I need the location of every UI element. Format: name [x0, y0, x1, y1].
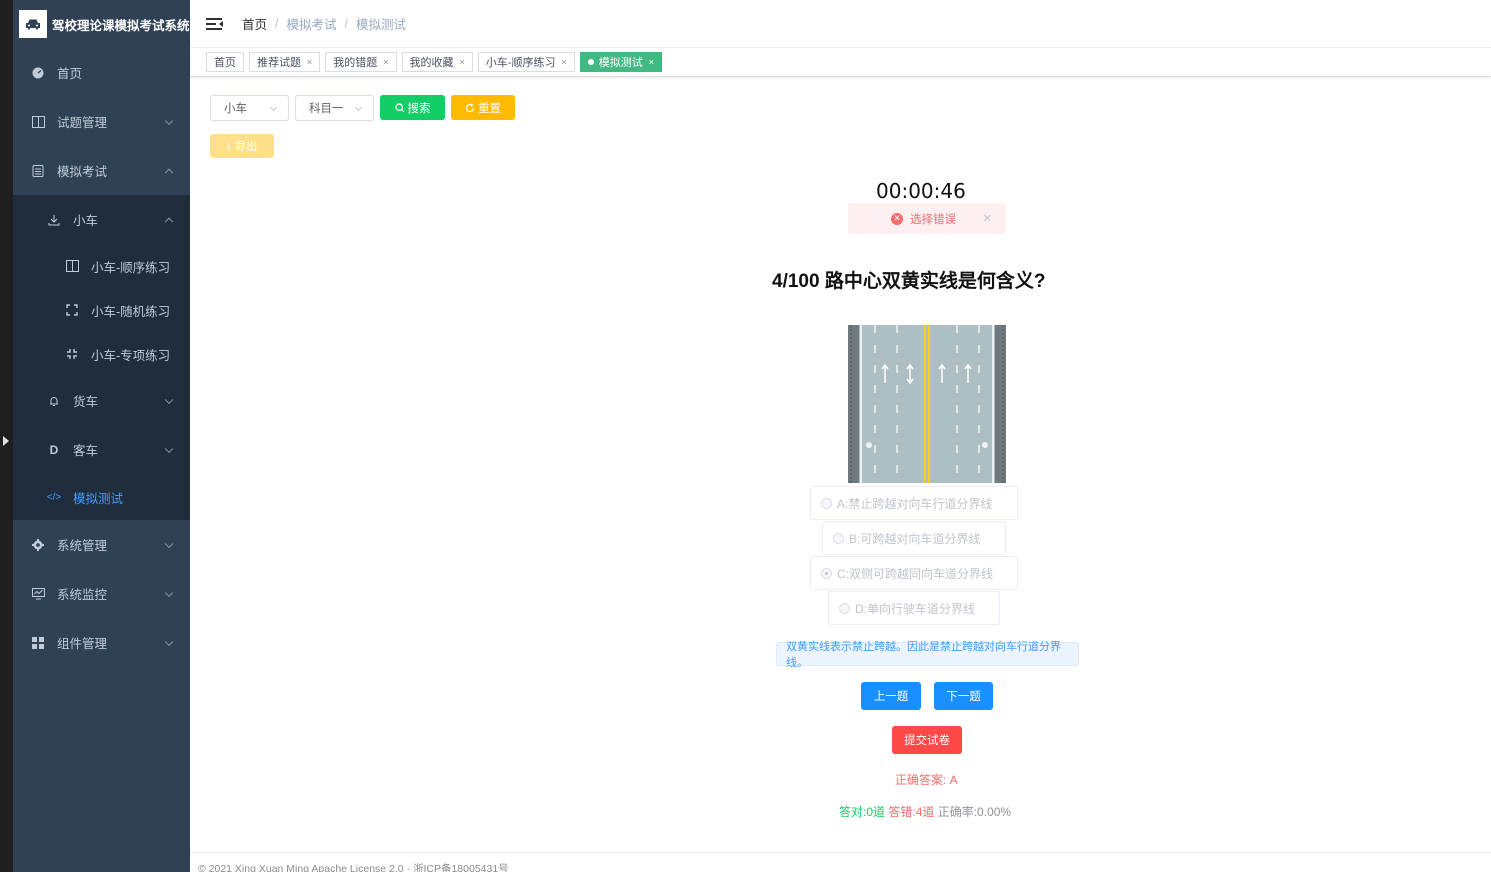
chevron-down-icon: [164, 395, 174, 404]
sidebar-item-mock-test[interactable]: </> 模拟测试: [13, 474, 190, 520]
sidebar-item-mock-exam[interactable]: 模拟考试: [13, 146, 190, 195]
app-title: 驾校理论课模拟考试系统: [52, 18, 190, 33]
next-question-button[interactable]: 下一题: [934, 682, 993, 710]
footer: © 2021 Xing Xuan Ming Apache License 2.0…: [190, 852, 1491, 872]
sidebar-item-car[interactable]: 小车: [13, 195, 190, 244]
bell-icon: [47, 394, 61, 408]
sidebar-item-home[interactable]: 首页: [13, 48, 190, 97]
list-icon: [31, 164, 45, 178]
left-edge-strip: [0, 0, 13, 872]
close-icon[interactable]: ×: [383, 57, 388, 67]
option-a[interactable]: A:禁止跨越对向车行道分界线: [810, 486, 1018, 520]
exam-timer: 00:00:46: [876, 179, 966, 203]
active-dot: [587, 59, 594, 65]
gear-icon: [31, 538, 45, 552]
breadcrumb: 首页 / 模拟考试 / 模拟测试: [242, 14, 406, 33]
chevron-down-icon: [164, 637, 174, 646]
main-content: 首页 / 模拟考试 / 模拟测试 首页 推荐试题 × 我的错题 × 我的收藏 × 小车…: [190, 0, 1491, 872]
monitor-icon: [31, 587, 45, 601]
submit-exam-button[interactable]: 提交试卷: [892, 726, 962, 754]
sidebar-item-components[interactable]: 组件管理: [13, 618, 190, 667]
score-stats: 答对:0道 答错:4道 正确率:0.00%: [839, 803, 1011, 820]
fullscreen-icon: [65, 303, 79, 317]
tags-view: 首页 推荐试题 × 我的错题 × 我的收藏 × 小车-顺序练习 × 模拟测试 ×: [190, 48, 1491, 77]
explanation: 双黄实线表示禁止跨越。因此是禁止跨越对向车行道分界线。: [776, 641, 1079, 669]
chevron-down-icon: [164, 444, 174, 453]
sidebar-item-monitor[interactable]: 系统监控: [13, 569, 190, 618]
option-b[interactable]: B:可跨越对向车道分界线: [822, 521, 1006, 555]
hamburger-icon[interactable]: [206, 17, 223, 31]
radio-b[interactable]: [833, 532, 844, 544]
search-icon: [394, 102, 404, 112]
tab-mock-test[interactable]: 模拟测试 ×: [579, 52, 662, 72]
correct-count: 答对:0道: [839, 805, 886, 819]
option-c[interactable]: C:双侧可跨越同向车道分界线: [810, 556, 1018, 590]
submenu-mock-exam: 小车 小车-顺序练习 小车-随机练习 小车-专项练习 货车 D 客车 </> 模…: [13, 195, 190, 520]
vehicle-select[interactable]: 小车: [210, 95, 289, 121]
expand-arrow-icon[interactable]: [3, 436, 9, 446]
dashboard-icon: [31, 66, 45, 80]
subject-select[interactable]: 科目一: [295, 95, 374, 121]
option-d[interactable]: D:单向行驶车道分界线: [828, 591, 1000, 625]
chevron-down-icon: [354, 103, 363, 112]
navbar: 首页 / 模拟考试 / 模拟测试: [190, 0, 1491, 48]
breadcrumb-mock-test: 模拟测试: [356, 18, 407, 32]
close-icon[interactable]: ×: [649, 57, 654, 67]
tab-wrong-questions[interactable]: 我的错题 ×: [325, 52, 397, 72]
accuracy-rate: 正确率:0.00%: [937, 805, 1012, 819]
car-logo-icon: [19, 10, 47, 38]
download-icon: [47, 213, 61, 227]
sidebar-item-questions[interactable]: 试题管理: [13, 97, 190, 146]
breadcrumb-home[interactable]: 首页: [242, 14, 267, 33]
chevron-down-icon: [164, 116, 174, 125]
breadcrumb-mock-exam[interactable]: 模拟考试: [287, 14, 337, 33]
book-icon: [31, 115, 45, 129]
prev-question-button[interactable]: 上一题: [861, 682, 921, 710]
sidebar-item-bus[interactable]: D 客车: [13, 425, 190, 474]
filter-bar: 小车 科目一 搜索 重置: [210, 95, 515, 121]
radio-d[interactable]: [839, 602, 850, 614]
chevron-down-icon: [164, 539, 174, 548]
question-title: 4/100 路中心双黄实线是何含义?: [772, 271, 1046, 292]
chevron-up-icon: [164, 217, 174, 226]
close-icon[interactable]: ×: [460, 57, 465, 67]
close-icon[interactable]: ×: [561, 57, 566, 67]
logo-bar[interactable]: 驾校理论课模拟考试系统: [13, 0, 190, 48]
tab-home[interactable]: 首页: [206, 52, 244, 72]
book-icon: [65, 259, 79, 273]
tab-recommended[interactable]: 推荐试题 ×: [249, 52, 321, 72]
download-icon: ⤓: [226, 140, 232, 152]
sidebar-item-car-random[interactable]: 小车-随机练习: [13, 288, 190, 332]
chevron-up-icon: [164, 168, 174, 177]
chevron-down-icon: [164, 588, 174, 597]
correct-answer: 正确答案: A: [895, 773, 958, 787]
question-image: [848, 325, 1006, 483]
sidebar-item-car-special[interactable]: 小车-专项练习: [13, 332, 190, 376]
reset-button[interactable]: 重置: [451, 95, 515, 120]
chevron-down-icon: [269, 103, 278, 112]
wrong-count: 答错:4道: [888, 805, 935, 819]
radio-a[interactable]: [821, 497, 832, 509]
radio-c[interactable]: [821, 567, 832, 579]
close-icon[interactable]: ×: [307, 57, 312, 67]
sidebar-item-car-sequential[interactable]: 小车-顺序练习: [13, 244, 190, 288]
sidebar: 驾校理论课模拟考试系统 首页 试题管理 模拟考试 小车 小车-顺序练习 小车-随…: [13, 0, 190, 872]
letter-d-icon: D: [49, 442, 59, 457]
close-icon[interactable]: ✕: [983, 212, 992, 225]
compress-icon: [65, 347, 79, 361]
tab-car-sequential[interactable]: 小车-顺序练习 ×: [477, 52, 575, 72]
error-circle-icon: ✕: [891, 212, 903, 225]
refresh-icon: [465, 102, 475, 112]
code-icon: </>: [46, 491, 62, 503]
sidebar-item-truck[interactable]: 货车: [13, 376, 190, 425]
sidebar-item-system[interactable]: 系统管理: [13, 520, 190, 569]
grid-icon: [31, 636, 45, 650]
error-alert: ✕ 选择错误 ✕: [848, 203, 1006, 234]
tab-favorites[interactable]: 我的收藏 ×: [401, 52, 473, 72]
export-button[interactable]: ⤓ 导出: [210, 134, 274, 158]
search-button[interactable]: 搜索: [380, 95, 445, 120]
